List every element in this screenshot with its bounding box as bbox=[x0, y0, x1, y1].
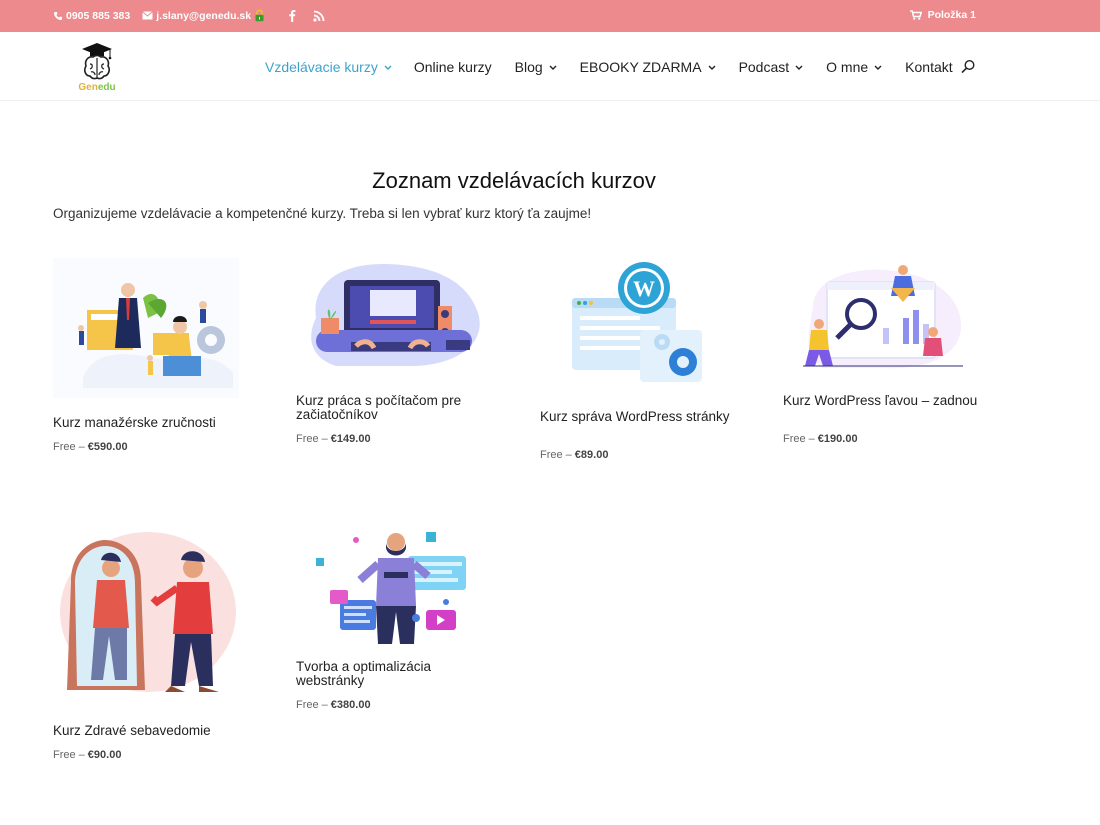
phone-number: 0905 885 383 bbox=[66, 9, 131, 22]
product-card[interactable]: Kurz WordPress ľavou – zadnou Free – €190… bbox=[783, 258, 983, 458]
site-logo[interactable]: Genedu bbox=[74, 40, 120, 96]
nav-item-label: O mne bbox=[826, 59, 869, 75]
brain-graduation-cap-icon bbox=[82, 43, 112, 80]
cart-icon bbox=[909, 10, 922, 20]
chevron-down-icon bbox=[549, 65, 557, 70]
svg-text:W: W bbox=[633, 276, 655, 301]
product-title[interactable]: Kurz manažérske zručnosti bbox=[53, 416, 253, 430]
product-card[interactable]: W Kurz správa WordPress stránky Free – €8… bbox=[540, 258, 740, 468]
product-image[interactable] bbox=[296, 528, 482, 646]
rss-icon[interactable] bbox=[313, 10, 325, 22]
product-price: Free – €149.00 bbox=[296, 433, 371, 445]
nav-item-label: Online kurzy bbox=[413, 59, 492, 75]
product-price: Free – €190.00 bbox=[783, 433, 858, 445]
product-image[interactable] bbox=[296, 258, 482, 373]
page-intro: Organizujeme vzdelávacie a kompetenčné k… bbox=[53, 206, 592, 221]
chevron-down-icon bbox=[384, 65, 392, 70]
product-title[interactable]: Kurz práca s počítačom pre začiatočníkov bbox=[296, 394, 496, 422]
search-icon[interactable] bbox=[960, 59, 976, 75]
nav-item-label: Blog bbox=[514, 59, 543, 75]
main-nav: Vzdelávacie kurzy Online kurzy Blog EBOO… bbox=[265, 59, 953, 75]
facebook-icon[interactable] bbox=[287, 9, 297, 22]
nav-item-label: Podcast bbox=[738, 59, 790, 75]
top-bar: 0905 885 383 j.slany@genedu.sk Položka 1 bbox=[0, 0, 1100, 32]
product-price: Free – €590.00 bbox=[53, 441, 128, 453]
product-card[interactable]: Kurz práca s počítačom pre začiatočníkov… bbox=[296, 258, 496, 458]
product-image[interactable] bbox=[783, 258, 969, 373]
product-card[interactable]: Tvorba a optimalizácia webstránky Free –… bbox=[296, 528, 496, 728]
mail-icon bbox=[142, 11, 154, 20]
chevron-down-icon bbox=[708, 65, 716, 70]
nav-item-ebooky-zdarma[interactable]: EBOOKY ZDARMA bbox=[580, 59, 716, 75]
cart-link[interactable]: Položka 1 bbox=[909, 9, 976, 21]
nav-item-podcast[interactable]: Podcast bbox=[739, 59, 804, 75]
nav-item-vzdelavacie-kurzy[interactable]: Vzdelávacie kurzy bbox=[265, 59, 392, 75]
page-title: Zoznam vzdelávacích kurzov bbox=[372, 168, 656, 193]
product-card[interactable]: Kurz Zdravé sebavedomie Free – €90.00 bbox=[53, 530, 253, 770]
product-title[interactable]: Tvorba a optimalizácia webstránky bbox=[296, 660, 496, 688]
nav-item-label: Kontakt bbox=[905, 59, 953, 75]
product-price: Free – €89.00 bbox=[540, 449, 609, 461]
product-title[interactable]: Kurz správa WordPress stránky bbox=[540, 410, 740, 424]
product-title[interactable]: Kurz WordPress ľavou – zadnou bbox=[783, 394, 983, 408]
nav-item-label: EBOOKY ZDARMA bbox=[579, 59, 702, 75]
nav-item-label: Vzdelávacie kurzy bbox=[265, 59, 378, 75]
logo-text: Genedu bbox=[78, 82, 116, 93]
email-link[interactable]: j.slany@genedu.sk bbox=[142, 9, 265, 22]
product-image[interactable] bbox=[53, 258, 239, 398]
phone-link[interactable]: 0905 885 383 bbox=[53, 10, 130, 22]
cart-label: Položka 1 bbox=[927, 9, 976, 21]
chevron-down-icon bbox=[874, 65, 882, 70]
product-price: Free – €90.00 bbox=[53, 749, 122, 761]
nav-item-blog[interactable]: Blog bbox=[515, 59, 557, 75]
lock-icon bbox=[255, 9, 264, 22]
site-header: Genedu Vzdelávacie kurzy Online kurzy Bl… bbox=[0, 32, 1100, 101]
product-card[interactable]: Kurz manažérske zručnosti Free – €590.00 bbox=[53, 258, 253, 458]
product-price: Free – €380.00 bbox=[296, 699, 371, 711]
nav-item-o-mne[interactable]: O mne bbox=[826, 59, 882, 75]
nav-item-online-kurzy[interactable]: Online kurzy bbox=[414, 59, 492, 75]
nav-item-kontakt[interactable]: Kontakt bbox=[905, 59, 952, 75]
product-title[interactable]: Kurz Zdravé sebavedomie bbox=[53, 724, 253, 738]
chevron-down-icon bbox=[795, 65, 803, 70]
phone-icon bbox=[54, 11, 62, 20]
product-image[interactable]: W bbox=[540, 258, 726, 390]
product-image[interactable] bbox=[53, 530, 239, 696]
email-address: j.slany@genedu.sk bbox=[156, 9, 252, 22]
